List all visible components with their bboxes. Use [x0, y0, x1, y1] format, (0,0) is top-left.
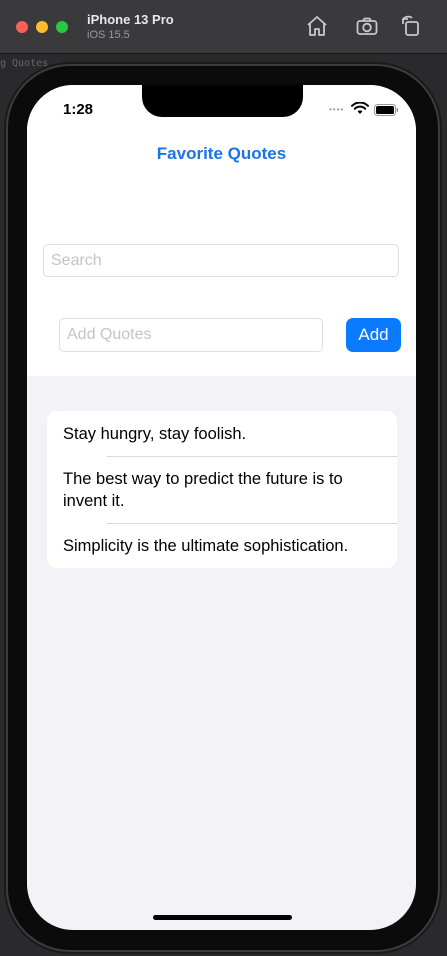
simulator-window: iPhone 13 Pro iOS 15.5 g Quotes 1:28 •••… [0, 0, 447, 956]
minimize-window-button[interactable] [36, 21, 48, 33]
home-indicator[interactable] [153, 915, 292, 920]
list-item[interactable]: The best way to predict the future is to… [47, 456, 397, 523]
device-name: iPhone 13 Pro [87, 12, 174, 27]
device-os-version: iOS 15.5 [87, 29, 130, 41]
list-item[interactable]: Simplicity is the ultimate sophisticatio… [47, 523, 397, 568]
home-icon[interactable] [305, 14, 329, 38]
status-time: 1:28 [63, 101, 94, 118]
signal-dots: •••• [329, 105, 345, 114]
page-title: Favorite Quotes [156, 144, 287, 163]
add-button[interactable]: Add [346, 318, 401, 352]
search-input[interactable] [43, 244, 399, 277]
add-quote-input[interactable] [59, 318, 323, 352]
battery-icon [374, 103, 399, 116]
list-item[interactable]: Stay hungry, stay foolish. [47, 411, 397, 456]
zoom-window-button[interactable] [56, 21, 68, 33]
phone-screen: 1:28 •••• Favorite Quotes Add [27, 85, 416, 930]
close-window-button[interactable] [16, 21, 28, 33]
camera-icon[interactable] [355, 14, 379, 38]
quote-list: Stay hungry, stay foolish. The best way … [47, 411, 397, 568]
header-section: 1:28 •••• Favorite Quotes Add [27, 85, 416, 376]
title-bar: iPhone 13 Pro iOS 15.5 [0, 0, 447, 54]
rotate-icon[interactable] [399, 14, 423, 38]
notch [142, 85, 303, 117]
wifi-icon [351, 101, 369, 115]
